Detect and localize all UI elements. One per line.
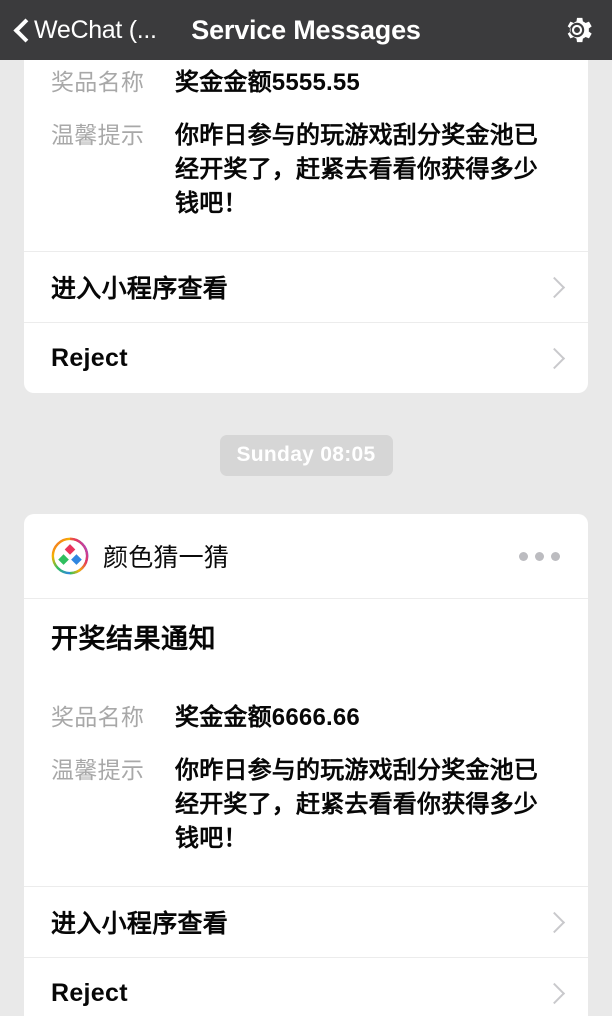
chevron-right-icon [546,279,562,295]
dot [535,551,544,561]
chevron-right-icon [546,350,562,366]
color-guess-app-logo-icon [51,537,89,575]
field-label: 温馨提示 [51,121,145,148]
card-body: 开奖结果通知 奖品名称 奖金金额6666.66 温馨提示 你昨日参与的玩游戏刮分… [24,599,588,886]
dot [519,551,528,561]
back-button-label: WeChat (... [34,15,157,44]
field-value: 你昨日参与的玩游戏刮分奖金池已经开奖了，赶紧去看看你获得多少钱吧！ [175,121,538,217]
action-label: Reject [51,343,128,372]
field-row: 奖品名称 奖金金额6666.66 [51,701,562,736]
action-row-reject[interactable]: Reject [24,958,588,1016]
chevron-left-icon [14,18,28,42]
action-row-open-miniprogram[interactable]: 进入小程序查看 [24,887,588,957]
navigation-bar: WeChat (... Service Messages [0,0,612,60]
service-message-card: 颜色猜一猜 开奖结果通知 奖品名称 奖金金额6666.66 温馨提示 你昨日参与… [24,514,588,1016]
card-title: 开奖结果通知 [51,624,216,655]
action-row-open-miniprogram[interactable]: 进入小程序查看 [24,252,588,322]
gear-icon[interactable] [560,13,594,47]
chevron-right-icon [546,914,562,930]
wechat-service-messages-screen: WeChat (... Service Messages 奖品名称 奖金金额55… [0,0,612,1016]
field-value: 你昨日参与的玩游戏刮分奖金池已经开奖了，赶紧去看看你获得多少钱吧！ [175,757,538,853]
timestamp-container: Sunday 08:05 [0,393,612,514]
field-row: 温馨提示 你昨日参与的玩游戏刮分奖金池已经开奖了，赶紧去看看你获得多少钱吧！ [51,754,562,856]
timestamp-badge: Sunday 08:05 [219,435,393,477]
field-label: 奖品名称 [51,69,145,95]
card-body: 奖品名称 奖金金额5555.55 温馨提示 你昨日参与的玩游戏刮分奖金池已经开奖… [24,60,588,251]
field-value: 奖金金额6666.66 [175,704,360,732]
action-label: 进入小程序查看 [51,910,229,939]
field-row: 温馨提示 你昨日参与的玩游戏刮分奖金池已经开奖了，赶紧去看看你获得多少钱吧！ [51,119,562,221]
action-row-reject[interactable]: Reject [24,323,588,393]
field-row: 奖品名称 奖金金额5555.55 [51,66,562,101]
field-label: 奖品名称 [51,704,145,731]
action-label: 进入小程序查看 [51,275,229,304]
back-button[interactable]: WeChat (... [14,16,157,45]
field-label: 温馨提示 [51,757,145,784]
app-name-label: 颜色猜一猜 [103,544,230,573]
action-label: Reject [51,978,128,1007]
dot [551,551,560,561]
message-list[interactable]: 奖品名称 奖金金额5555.55 温馨提示 你昨日参与的玩游戏刮分奖金池已经开奖… [0,60,612,1016]
chevron-right-icon [546,985,562,1001]
more-dots-icon[interactable] [517,546,562,567]
service-message-card: 奖品名称 奖金金额5555.55 温馨提示 你昨日参与的玩游戏刮分奖金池已经开奖… [24,60,588,394]
card-header-app-row[interactable]: 颜色猜一猜 [24,514,588,598]
field-value: 奖金金额5555.55 [175,69,360,96]
